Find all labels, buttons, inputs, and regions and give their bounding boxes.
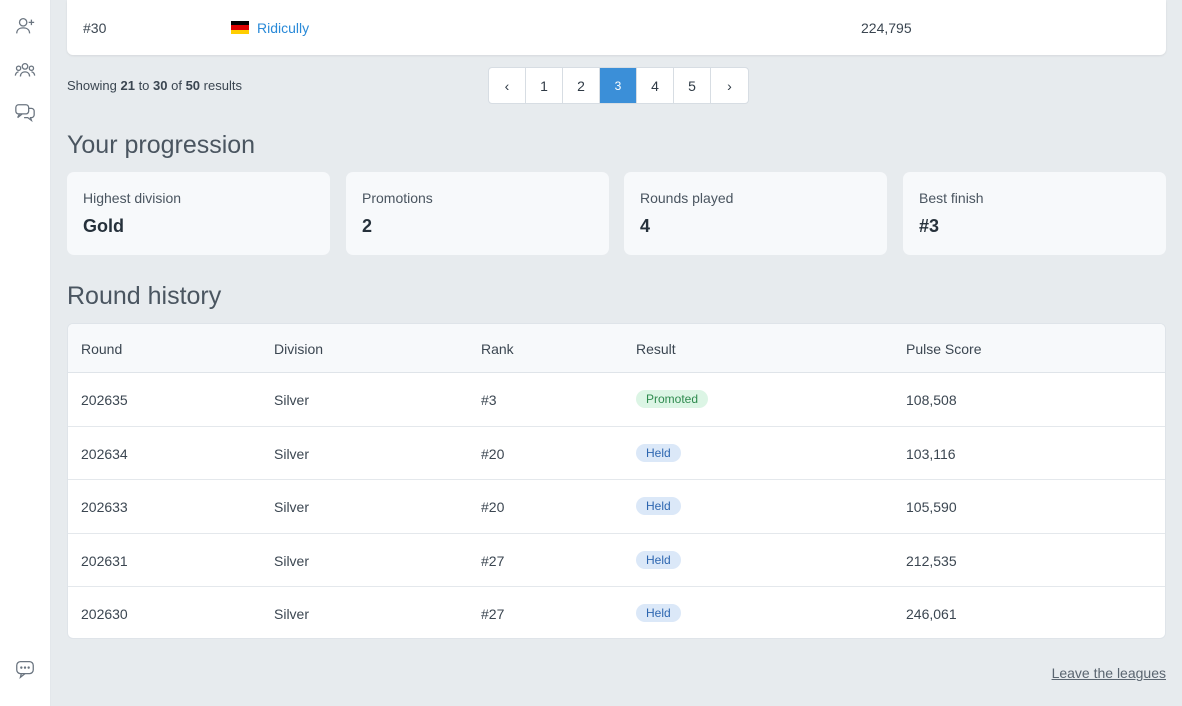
table-row: 202631 Silver #27 Held 212,535 <box>68 534 1165 587</box>
leaderboard-row: #30 Ridicully 224,795 <box>67 0 1166 55</box>
cell-round: 202635 <box>81 392 128 408</box>
result-badge-held: Held <box>636 443 681 462</box>
cell-round: 202631 <box>81 552 128 569</box>
cell-division: Silver <box>274 552 310 569</box>
result-badge-promoted: Promoted <box>636 390 709 408</box>
table-row: 202635 Silver #3 Promoted 108,508 <box>68 373 1165 427</box>
leaderboard-rank: #30 <box>83 20 107 36</box>
column-header-rank: Rank <box>481 341 514 357</box>
table-row: 202633 Silver #20 Held 105,590 <box>68 480 1165 534</box>
page-button-2[interactable]: 2 <box>563 68 600 103</box>
pagination: ‹ 1 2 3 4 5 › <box>488 67 749 104</box>
stat-card-rounds-played: Rounds played 4 <box>624 172 887 255</box>
results-summary: Showing 21 to 30 of 50 results <box>67 78 242 93</box>
cell-pulse-score: 105,590 <box>906 499 957 515</box>
cell-division: Silver <box>274 445 310 462</box>
cell-round: 202634 <box>81 445 128 462</box>
cell-division: Silver <box>274 606 310 622</box>
leave-leagues-link[interactable]: Leave the leagues <box>1052 665 1166 681</box>
next-page-button[interactable]: › <box>711 68 748 103</box>
prev-page-button[interactable]: ‹ <box>489 68 526 103</box>
stat-value: #3 <box>919 216 940 236</box>
table-row: 202630 Silver #27 Held 246,061 <box>68 587 1165 638</box>
feedback-icon[interactable] <box>13 657 37 681</box>
stat-label: Highest division <box>83 190 182 206</box>
stat-label: Promotions <box>362 190 433 206</box>
cell-rank: #27 <box>481 606 505 622</box>
cell-pulse-score: 103,116 <box>906 445 956 462</box>
column-header-round: Round <box>81 341 123 357</box>
round-history-table: Round Division Rank Result Pulse Score 2… <box>67 323 1166 639</box>
cell-pulse-score: 108,508 <box>906 392 957 408</box>
stat-card-best-finish: Best finish #3 <box>903 172 1166 255</box>
result-badge-held: Held <box>636 604 681 622</box>
result-badge-held: Held <box>636 550 681 569</box>
table-header: Round Division Rank Result Pulse Score <box>68 324 1165 373</box>
add-user-icon[interactable] <box>13 14 37 38</box>
cell-pulse-score: 246,061 <box>906 606 957 622</box>
progression-title: Your progression <box>67 131 256 159</box>
cell-division: Silver <box>274 499 310 515</box>
cell-pulse-score: 212,535 <box>906 552 957 569</box>
stat-label: Best finish <box>919 190 984 206</box>
stat-value: 2 <box>362 216 373 236</box>
cell-rank: #27 <box>481 552 505 569</box>
group-icon[interactable] <box>13 59 37 83</box>
cell-division: Silver <box>274 392 310 408</box>
page-button-5[interactable]: 5 <box>674 68 711 103</box>
cell-rank: #20 <box>481 499 505 515</box>
stat-value: Gold <box>83 216 124 236</box>
stat-card-highest-division: Highest division Gold <box>67 172 330 255</box>
page-button-3-current[interactable]: 3 <box>600 68 637 103</box>
page-button-4[interactable]: 4 <box>637 68 674 103</box>
chat-bubbles-icon[interactable] <box>13 101 37 125</box>
cell-rank: #20 <box>481 445 505 462</box>
column-header-pulse-score: Pulse Score <box>906 341 982 357</box>
cell-round: 202633 <box>81 499 128 515</box>
germany-flag-icon <box>231 21 249 34</box>
stat-value: 4 <box>640 216 651 236</box>
round-history-title: Round history <box>67 282 222 310</box>
cell-rank: #3 <box>481 392 497 408</box>
page-button-1[interactable]: 1 <box>526 68 563 103</box>
leaderboard-score: 224,795 <box>861 20 912 36</box>
stat-label: Rounds played <box>640 190 734 206</box>
column-header-division: Division <box>274 341 324 357</box>
result-badge-held: Held <box>636 497 681 515</box>
stat-card-promotions: Promotions 2 <box>346 172 609 255</box>
column-header-result: Result <box>636 341 676 357</box>
table-row: 202634 Silver #20 Held 103,116 <box>68 427 1165 480</box>
cell-round: 202630 <box>81 606 128 622</box>
sidebar <box>0 0 51 706</box>
player-name-link[interactable]: Ridicully <box>257 20 309 36</box>
